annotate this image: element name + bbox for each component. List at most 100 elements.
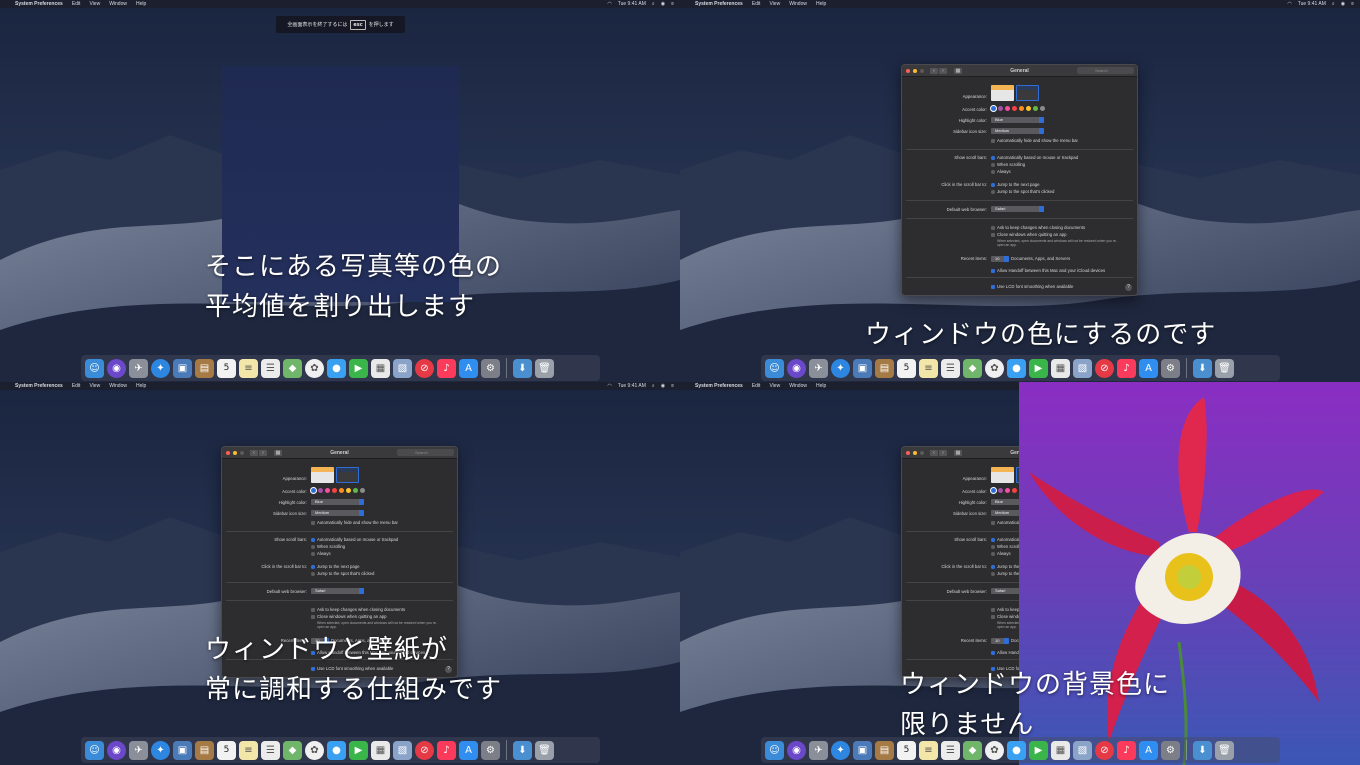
photos-icon[interactable]: ✿ xyxy=(985,358,1004,378)
menu-help[interactable]: Help xyxy=(816,383,826,389)
close-windows-checkbox[interactable] xyxy=(991,614,995,619)
sidebar-size-popup[interactable]: Medium xyxy=(311,510,364,516)
facetime-icon[interactable]: ▶ xyxy=(349,740,368,760)
accent-color-swatch[interactable] xyxy=(339,488,344,493)
search-field[interactable]: Search xyxy=(397,449,454,456)
messages-icon[interactable]: ● xyxy=(327,358,346,378)
menu-edit[interactable]: Edit xyxy=(72,383,81,389)
menu-help[interactable]: Help xyxy=(136,383,146,389)
app-store-icon[interactable]: A xyxy=(459,358,478,378)
launchpad-icon[interactable]: ✈ xyxy=(129,358,148,378)
accent-color-swatch[interactable] xyxy=(360,488,365,493)
jump-spot-radio[interactable] xyxy=(311,571,315,576)
accent-color-swatch[interactable] xyxy=(1026,106,1031,111)
appearance-light-option[interactable] xyxy=(991,467,1014,483)
preview-icon[interactable]: ▧ xyxy=(1073,358,1092,378)
downloads-folder-icon[interactable]: ⬇ xyxy=(1193,740,1212,760)
maps-icon[interactable]: ◆ xyxy=(283,740,302,760)
stickies-icon[interactable]: ≡ xyxy=(919,740,938,760)
siri-menu-icon[interactable]: ◉ xyxy=(661,1,665,7)
safari-icon[interactable]: ✦ xyxy=(831,358,850,378)
safari-icon[interactable]: ✦ xyxy=(831,740,850,760)
siri-icon[interactable]: ◉ xyxy=(107,358,126,378)
photos-icon[interactable]: ✿ xyxy=(305,358,324,378)
handoff-checkbox[interactable] xyxy=(991,268,995,273)
trash-icon[interactable]: 🗑 xyxy=(1215,358,1234,378)
close-windows-checkbox[interactable] xyxy=(311,614,315,619)
search-field[interactable]: Search xyxy=(1077,67,1134,74)
news-stop-icon[interactable]: ⊘ xyxy=(1095,358,1114,378)
messages-icon[interactable]: ● xyxy=(1007,740,1026,760)
menu-window[interactable]: Window xyxy=(789,1,807,7)
accent-color-swatch[interactable] xyxy=(346,488,351,493)
menu-view[interactable]: View xyxy=(769,1,780,7)
finder-icon[interactable]: ☺ xyxy=(765,740,784,760)
menu-window[interactable]: Window xyxy=(109,1,127,7)
photo-slideshow-icon[interactable]: ▣ xyxy=(853,358,872,378)
stickies-icon[interactable]: ≡ xyxy=(919,358,938,378)
downloads-folder-icon[interactable]: ⬇ xyxy=(513,358,532,378)
preview-icon[interactable]: ▧ xyxy=(393,740,412,760)
accent-color-swatch[interactable] xyxy=(991,106,996,111)
scroll-always-radio[interactable] xyxy=(311,551,315,556)
trash-icon[interactable]: 🗑 xyxy=(1215,740,1234,760)
scroll-when-radio[interactable] xyxy=(991,544,995,549)
accent-color-swatch[interactable] xyxy=(318,488,323,493)
jump-spot-radio[interactable] xyxy=(991,189,995,194)
news-icon[interactable]: ▦ xyxy=(1051,358,1070,378)
music-icon[interactable]: ♪ xyxy=(437,740,456,760)
accent-color-swatch[interactable] xyxy=(325,488,330,493)
accent-color-swatch[interactable] xyxy=(311,488,316,493)
lcd-checkbox[interactable] xyxy=(991,284,995,289)
jump-next-radio[interactable] xyxy=(991,182,995,187)
search-icon[interactable]: ⌕ xyxy=(652,383,655,389)
menu-edit[interactable]: Edit xyxy=(72,1,81,7)
menu-clock[interactable]: Tue 9:41 AM xyxy=(618,1,646,7)
appearance-dark-option[interactable] xyxy=(1016,85,1039,101)
wifi-icon[interactable]: ◠ xyxy=(1287,1,1291,7)
facetime-icon[interactable]: ▶ xyxy=(1029,740,1048,760)
autohide-menubar-checkbox[interactable] xyxy=(991,138,995,143)
news-icon[interactable]: ▦ xyxy=(371,358,390,378)
reminders-icon[interactable]: ☰ xyxy=(261,740,280,760)
downloads-folder-icon[interactable]: ⬇ xyxy=(1193,358,1212,378)
calendar-icon[interactable]: 5 xyxy=(217,740,236,760)
finder-icon[interactable]: ☺ xyxy=(85,740,104,760)
stickies-icon[interactable]: ≡ xyxy=(239,740,258,760)
accent-color-swatch[interactable] xyxy=(1033,106,1038,111)
menu-edit[interactable]: Edit xyxy=(752,383,761,389)
ask-keep-checkbox[interactable] xyxy=(311,607,315,612)
facetime-icon[interactable]: ▶ xyxy=(1029,358,1048,378)
music-icon[interactable]: ♪ xyxy=(1117,740,1136,760)
siri-icon[interactable]: ◉ xyxy=(107,740,126,760)
menu-clock[interactable]: Tue 9:41 AM xyxy=(1298,1,1326,7)
app-store-icon[interactable]: A xyxy=(1139,358,1158,378)
launchpad-icon[interactable]: ✈ xyxy=(129,740,148,760)
help-button[interactable]: ? xyxy=(1125,284,1132,291)
menu-app-name[interactable]: System Preferences xyxy=(15,1,63,7)
messages-icon[interactable]: ● xyxy=(1007,358,1026,378)
calendar-icon[interactable]: 5 xyxy=(217,358,236,378)
scroll-auto-radio[interactable] xyxy=(991,155,995,160)
control-icon[interactable]: ≡ xyxy=(671,383,674,389)
maps-icon[interactable]: ◆ xyxy=(963,740,982,760)
ask-keep-checkbox[interactable] xyxy=(991,225,995,230)
menu-app-name[interactable]: System Preferences xyxy=(695,383,743,389)
search-icon[interactable]: ⌕ xyxy=(652,1,655,7)
menu-app-name[interactable]: System Preferences xyxy=(15,383,63,389)
autohide-menubar-checkbox[interactable] xyxy=(311,520,315,525)
appearance-light-option[interactable] xyxy=(311,467,334,483)
system-preferences-icon[interactable]: ⚙ xyxy=(1161,740,1180,760)
news-stop-icon[interactable]: ⊘ xyxy=(415,358,434,378)
jump-spot-radio[interactable] xyxy=(991,571,995,576)
facetime-icon[interactable]: ▶ xyxy=(349,358,368,378)
finder-icon[interactable]: ☺ xyxy=(765,358,784,378)
menu-view[interactable]: View xyxy=(89,1,100,7)
preview-icon[interactable]: ▧ xyxy=(1073,740,1092,760)
finder-icon[interactable]: ☺ xyxy=(85,358,104,378)
news-stop-icon[interactable]: ⊘ xyxy=(415,740,434,760)
maps-icon[interactable]: ◆ xyxy=(963,358,982,378)
search-icon[interactable]: ⌕ xyxy=(1332,1,1335,7)
recent-items-popup[interactable]: 10 xyxy=(991,637,1009,644)
accent-color-swatch[interactable] xyxy=(1005,488,1010,493)
